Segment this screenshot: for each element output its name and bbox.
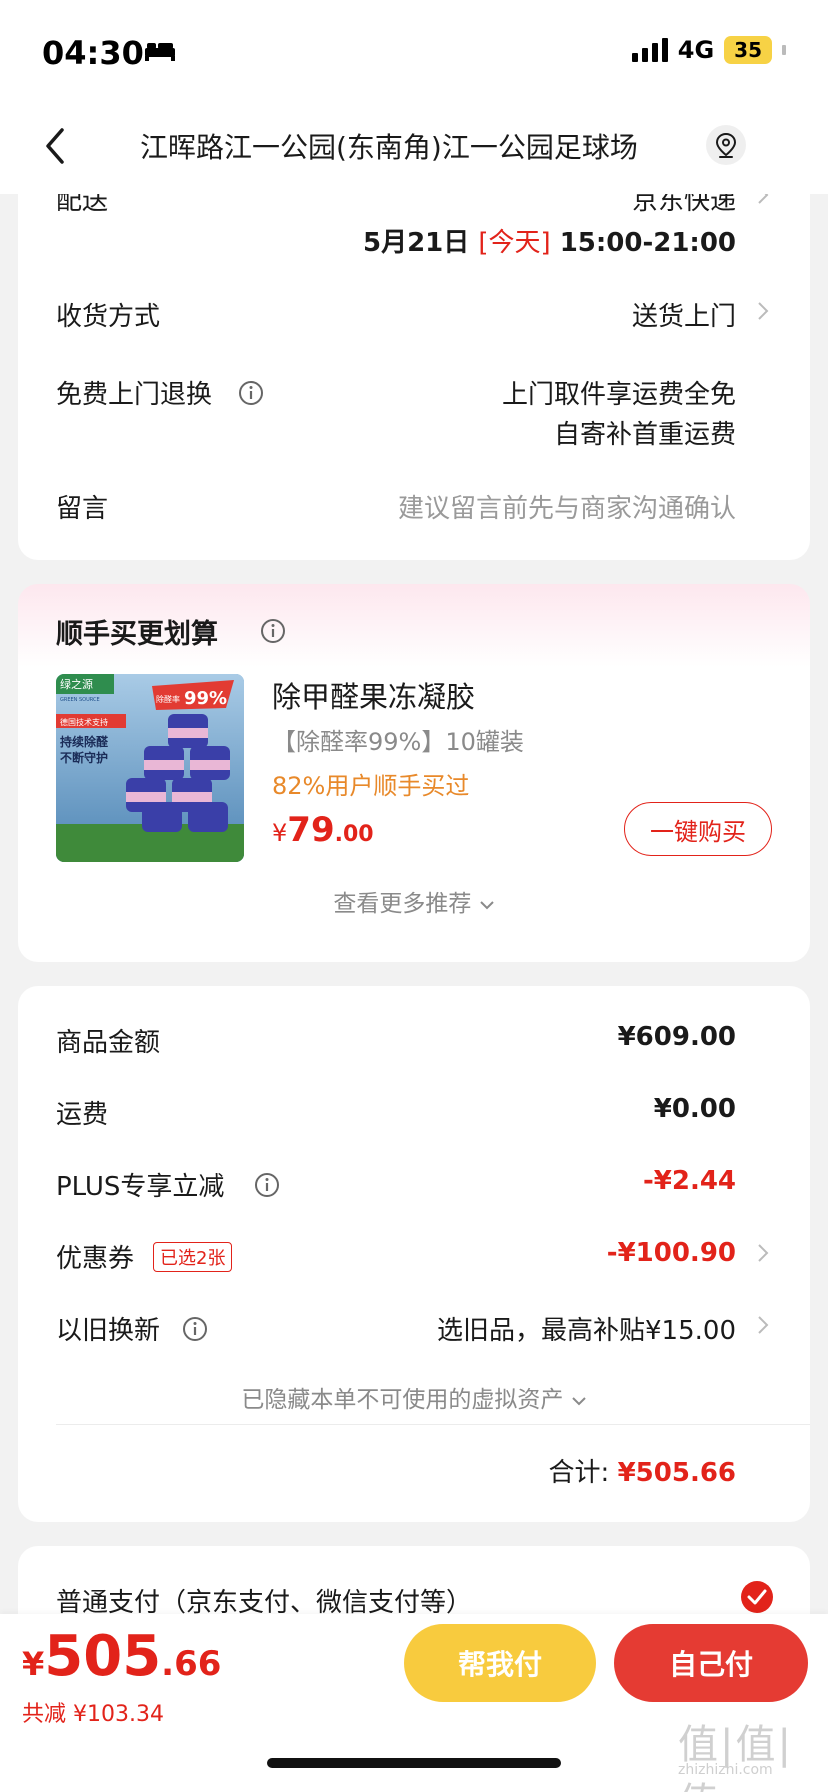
product-rate: 99%: [184, 688, 227, 709]
bed-icon: [145, 43, 175, 61]
note-input[interactable]: 建议留言前先与商家沟通确认: [398, 488, 736, 525]
product-name[interactable]: 除甲醛果冻凝胶: [272, 674, 475, 716]
summary-card: 商品金额 ¥609.00 运费 ¥0.00 PLUS专享立减 -¥2.44 优惠…: [18, 986, 810, 1522]
product-rate-label: 除醛率: [156, 694, 180, 704]
price-decimal: .00: [334, 822, 374, 847]
checkmark-icon[interactable]: [740, 1580, 774, 1614]
product-brand: 绿之源: [60, 677, 93, 691]
plus-discount-value: -¥2.44: [642, 1166, 736, 1196]
receive-method-value[interactable]: 送货上门: [632, 296, 736, 333]
free-return-label: 免费上门退换: [56, 380, 213, 410]
watermark: 值|值|值: [678, 1722, 793, 1792]
receive-method-label: 收货方式: [56, 302, 161, 332]
coupon-value[interactable]: -¥100.90: [607, 1238, 736, 1268]
help-me-pay-button[interactable]: 帮我付: [404, 1624, 596, 1702]
signal-icon: [631, 38, 668, 62]
recommend-title: 顺手买更划算: [56, 619, 218, 650]
more-recommend-label: 查看更多推荐: [333, 891, 472, 917]
trade-in-label: 以旧换新: [56, 1316, 161, 1346]
total-label: 合计:: [548, 1458, 610, 1488]
network-type: 4G: [677, 36, 715, 64]
delivery-today: [今天]: [478, 228, 551, 258]
free-return-line1: 上门取件享运费全免: [501, 380, 736, 410]
watermark-url: zhizhizhi.com: [678, 1762, 773, 1778]
product-slogan2: 不断守护: [60, 750, 108, 765]
chevron-down-icon: [479, 900, 494, 909]
coupon-badge: 已选2张: [153, 1242, 233, 1272]
bottom-total-symbol: ¥: [22, 1645, 45, 1683]
product-price: ¥79.00: [272, 810, 374, 850]
product-stat: 82%用户顺手买过: [272, 772, 470, 800]
delivery-card: 配送 京东快递 5月21日 [今天] 15:00-21:00 收货方式 送货上门…: [18, 150, 810, 560]
nav-bar: 江晖路江一公园(东南角)江一公园足球场: [0, 96, 828, 194]
free-return-line2: 自寄补首重运费: [553, 420, 736, 450]
shipping-value: ¥0.00: [653, 1094, 736, 1124]
one-click-buy-button[interactable]: 一键购买: [624, 802, 772, 856]
price-integer: 79: [287, 810, 335, 850]
chevron-down-icon: [571, 1396, 586, 1405]
delivery-date: 5月21日: [362, 228, 470, 258]
delivery-window: 15:00-21:00: [559, 228, 736, 258]
summary-divider: [56, 1424, 810, 1425]
price-symbol: ¥: [272, 819, 288, 847]
recommend-card: 顺手买更划算 绿之源 GREEN SOURCE 德国技术支持 除醛率 99% 持…: [18, 584, 810, 962]
product-brand-en: GREEN SOURCE: [60, 697, 100, 703]
note-label: 留言: [56, 494, 109, 524]
info-icon[interactable]: [260, 618, 286, 644]
battery-icon: 35: [724, 36, 772, 64]
shipping-label: 运费: [56, 1100, 109, 1130]
status-bar: 04:30 4G 35: [0, 0, 828, 96]
total-value: ¥505.66: [617, 1458, 736, 1488]
bottom-total-decimal: .66: [161, 1644, 222, 1684]
product-image[interactable]: 绿之源 GREEN SOURCE 德国技术支持 除醛率 99% 持续除醛 不断守…: [56, 674, 244, 862]
home-indicator[interactable]: [267, 1758, 561, 1768]
coupon-label: 优惠券: [56, 1244, 135, 1274]
status-time: 04:30: [42, 34, 144, 72]
goods-amount-label: 商品金额: [56, 1028, 161, 1058]
product-photo: 绿之源 GREEN SOURCE 德国技术支持 除醛率 99% 持续除醛 不断守…: [56, 674, 244, 862]
bottom-total-integer: 505: [44, 1624, 162, 1689]
delivery-time[interactable]: 5月21日 [今天] 15:00-21:00: [363, 222, 736, 259]
chevron-right-icon[interactable]: [756, 1314, 770, 1336]
plus-discount-label: PLUS专享立减: [56, 1172, 225, 1202]
hidden-assets-label: 已隐藏本单不可使用的虚拟资产: [241, 1387, 564, 1413]
address-title[interactable]: 江晖路江一公园(东南角)江一公园足球场: [140, 126, 638, 166]
info-icon[interactable]: [238, 380, 264, 406]
chevron-right-icon[interactable]: [756, 1242, 770, 1264]
battery-cap: [782, 45, 786, 55]
summary-total: 合计: ¥505.66: [549, 1452, 736, 1489]
goods-amount-value: ¥609.00: [617, 1022, 736, 1052]
pay-myself-button[interactable]: 自己付: [614, 1624, 808, 1702]
hidden-assets-toggle[interactable]: 已隐藏本单不可使用的虚拟资产: [18, 1380, 810, 1414]
info-icon[interactable]: [254, 1172, 280, 1198]
trade-in-value[interactable]: 选旧品，最高补贴¥15.00: [437, 1310, 736, 1347]
location-button[interactable]: [706, 125, 746, 165]
product-tag: 德国技术支持: [60, 717, 108, 727]
bottom-total: ¥505.66: [22, 1624, 221, 1689]
location-pin-icon: [715, 132, 737, 158]
total-saved: 共减 ¥103.34: [22, 1702, 164, 1727]
more-recommend-link[interactable]: 查看更多推荐: [18, 884, 810, 918]
chevron-right-icon[interactable]: [756, 300, 770, 322]
info-icon[interactable]: [182, 1316, 208, 1342]
back-arrow-icon[interactable]: [40, 126, 70, 166]
product-slogan1: 持续除醛: [60, 734, 109, 749]
product-subtitle: 【除醛率99%】10罐装: [272, 728, 524, 756]
